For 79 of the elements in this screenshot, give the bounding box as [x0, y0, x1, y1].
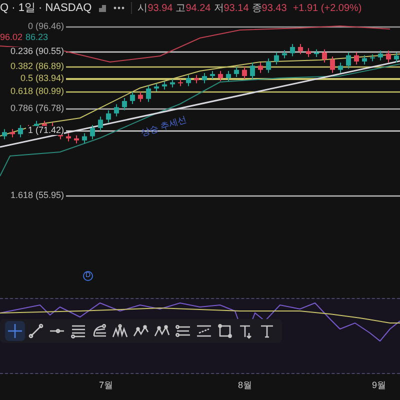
channel-tool-icon	[175, 323, 192, 339]
candle	[186, 74, 191, 87]
fib-level-label: 0.236 (90.55)	[8, 47, 64, 56]
candle	[202, 72, 207, 84]
waveac-tool-icon	[154, 323, 170, 339]
candle	[314, 48, 319, 58]
candle	[330, 56, 335, 74]
indicator-value: 86.23	[26, 32, 48, 42]
ohlc-value: 시93.94	[138, 2, 173, 16]
fib-tool-icon	[70, 323, 86, 339]
candle	[18, 124, 23, 138]
ohlc-value: 저93.14	[214, 2, 249, 16]
wave15-tool-icon	[132, 323, 149, 339]
candle	[274, 52, 279, 66]
channel2-tool-icon	[196, 323, 212, 339]
candle	[378, 50, 383, 61]
candle	[290, 43, 295, 57]
candle	[218, 70, 223, 82]
candle	[98, 116, 103, 132]
fib-level-label: 0.618 (80.99)	[8, 87, 64, 96]
candle	[114, 104, 119, 117]
textnote-tool-icon	[238, 323, 254, 339]
ohlc-value: 종93.43	[252, 2, 287, 16]
text-tool-icon	[259, 323, 276, 339]
fib-level-label: 0.5 (83.94)	[18, 74, 64, 83]
candle	[250, 62, 255, 80]
rect-tool-icon	[217, 323, 234, 339]
symbol-title: Q · 1일 · NASDAQ	[0, 0, 92, 16]
candle	[194, 74, 199, 84]
fan-tool-icon	[90, 323, 107, 339]
x-axis-label: 9월	[372, 379, 386, 392]
candle	[306, 48, 311, 58]
candle	[226, 70, 231, 82]
candle	[242, 66, 247, 80]
crosshair-tool-icon	[6, 323, 23, 339]
candle	[282, 50, 287, 59]
candle	[370, 54, 375, 62]
x-axis-label: 7월	[99, 379, 114, 392]
candle	[90, 124, 95, 140]
candle	[74, 134, 79, 144]
candle	[298, 43, 303, 55]
candle	[386, 50, 391, 63]
fib-level-label: 0.382 (86.89)	[8, 62, 64, 71]
candle	[82, 132, 87, 144]
crosshair-tool-button[interactable]	[4, 321, 25, 341]
more-icon[interactable]	[112, 5, 125, 11]
candle	[154, 82, 159, 92]
candle	[66, 132, 71, 142]
candle	[130, 91, 135, 104]
candle	[234, 66, 239, 78]
trendline-annotation: 상승 추세선	[139, 113, 188, 140]
indicator-value: 96.02	[0, 32, 23, 42]
x-axis-label: 8월	[238, 379, 252, 392]
candle	[354, 52, 359, 66]
candle	[122, 97, 127, 111]
candle	[146, 85, 151, 102]
candle	[362, 54, 367, 66]
candle	[322, 48, 327, 63]
candle	[170, 78, 175, 88]
fib-level-label: 1 (71.42)	[26, 126, 64, 135]
candle	[10, 128, 15, 138]
candle	[138, 91, 143, 102]
fib-level-label: 1.618 (55.95)	[8, 191, 64, 200]
candle	[266, 58, 271, 74]
price-change: +1.91 (+2.09%)	[292, 2, 362, 16]
candle	[258, 62, 263, 74]
fib-level-label: 0 (96.46)	[26, 22, 64, 31]
candle	[338, 62, 343, 74]
trendline-tool-icon	[28, 323, 44, 339]
candle	[162, 80, 167, 90]
pattern-tool-icon	[112, 323, 128, 339]
candle	[394, 52, 399, 63]
ohlc-value: 고94.24	[176, 2, 211, 16]
candle	[2, 128, 7, 140]
candle	[346, 52, 351, 70]
fib-level-label: 0.786 (76.78)	[8, 104, 64, 113]
candle	[106, 110, 111, 124]
candle	[210, 70, 215, 80]
candle	[178, 78, 183, 87]
